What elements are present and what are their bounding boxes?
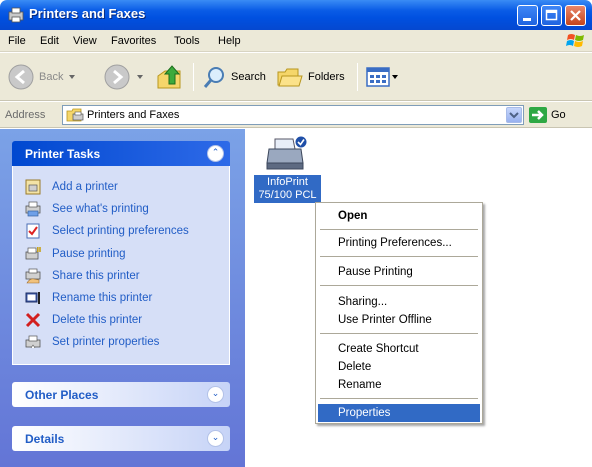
- task-share-printer[interactable]: Share this printer: [13, 265, 229, 287]
- menu-pause-printing[interactable]: Pause Printing: [318, 263, 480, 281]
- pause-printer-icon: [25, 246, 41, 259]
- menu-sharing[interactable]: Sharing...: [318, 293, 480, 311]
- menu-file[interactable]: File: [8, 35, 26, 47]
- menu-rename[interactable]: Rename: [318, 376, 480, 394]
- context-menu: Open Printing Preferences... Pause Print…: [315, 202, 483, 424]
- address-label: Address: [5, 109, 46, 121]
- other-places-header[interactable]: Other Places ⌄: [12, 382, 230, 407]
- maximize-button[interactable]: [541, 5, 562, 26]
- title-bar[interactable]: Printers and Faxes: [0, 0, 592, 30]
- views-button[interactable]: [366, 59, 398, 95]
- search-icon: [203, 67, 224, 88]
- delete-icon: [25, 313, 41, 328]
- minimize-icon: [523, 18, 531, 21]
- preferences-icon: [26, 223, 40, 239]
- printers-folder-icon: [66, 108, 84, 122]
- close-icon: [570, 10, 581, 21]
- address-dropdown-button[interactable]: [506, 107, 522, 123]
- views-dropdown-icon[interactable]: [392, 75, 398, 79]
- task-add-printer[interactable]: Add a printer: [13, 176, 229, 198]
- task-set-printer-properties[interactable]: Set printer properties: [13, 331, 229, 353]
- go-label: Go: [551, 109, 566, 121]
- menu-separator: [320, 229, 478, 230]
- forward-arrow-icon: [104, 64, 130, 90]
- collapse-icon[interactable]: ⌃: [207, 145, 224, 162]
- menu-properties[interactable]: Properties: [318, 404, 480, 422]
- menu-view[interactable]: View: [73, 35, 97, 47]
- add-printer-icon: [25, 179, 41, 195]
- menu-printing-preferences[interactable]: Printing Preferences...: [318, 234, 480, 252]
- share-printer-icon: [25, 268, 41, 284]
- up-folder-button[interactable]: [155, 59, 185, 95]
- menu-separator: [320, 285, 478, 286]
- menu-separator: [320, 256, 478, 257]
- search-button[interactable]: Search: [201, 59, 266, 95]
- maximize-icon: [545, 9, 558, 21]
- menu-delete[interactable]: Delete: [318, 358, 480, 376]
- go-arrow-icon: [529, 107, 547, 123]
- printer-properties-icon: [25, 335, 41, 349]
- menu-use-printer-offline[interactable]: Use Printer Offline: [318, 311, 480, 329]
- details-title: Details: [25, 432, 65, 446]
- window-title: Printers and Faxes: [29, 6, 146, 21]
- up-folder-icon: [157, 65, 181, 89]
- views-icon: [366, 67, 390, 87]
- chevron-down-icon: [509, 112, 519, 119]
- address-value: Printers and Faxes: [87, 109, 180, 121]
- printer-icon[interactable]: [263, 133, 311, 173]
- print-queue-icon: [25, 201, 41, 217]
- rename-icon: [25, 291, 40, 304]
- menu-open[interactable]: Open: [318, 207, 480, 225]
- menu-bar: File Edit View Favorites Tools Help: [0, 30, 592, 52]
- back-button[interactable]: Back: [7, 59, 76, 95]
- back-arrow-icon: [8, 64, 34, 90]
- menu-separator: [320, 333, 478, 334]
- menu-help[interactable]: Help: [218, 35, 241, 47]
- folders-button[interactable]: Folders: [276, 59, 345, 95]
- address-bar: Address Printers and Faxes Go: [0, 102, 592, 128]
- menu-tools[interactable]: Tools: [174, 35, 200, 47]
- printer-tasks-title: Printer Tasks: [25, 147, 101, 161]
- expand-icon[interactable]: ⌄: [207, 386, 224, 403]
- printer-tasks-header[interactable]: Printer Tasks ⌃: [12, 141, 230, 166]
- forward-button[interactable]: [103, 59, 143, 95]
- printer-name-line2: 75/100 PCL: [258, 189, 317, 201]
- menu-create-shortcut[interactable]: Create Shortcut: [318, 340, 480, 358]
- expand-icon[interactable]: ⌄: [207, 430, 224, 447]
- folders-label: Folders: [308, 71, 345, 83]
- task-see-whats-printing[interactable]: See what's printing: [13, 198, 229, 220]
- close-button[interactable]: [565, 5, 586, 26]
- windows-logo-icon: [566, 34, 584, 47]
- printer-tasks-list: Add a printer See what's printing Select…: [12, 166, 230, 365]
- printers-folder-icon: [8, 7, 24, 23]
- back-label: Back: [39, 71, 64, 83]
- task-select-printing-preferences[interactable]: Select printing preferences: [13, 220, 229, 242]
- toolbar-separator: [357, 63, 358, 91]
- task-rename-printer[interactable]: Rename this printer: [13, 287, 229, 309]
- search-label: Search: [231, 71, 266, 83]
- minimize-button[interactable]: [517, 5, 538, 26]
- task-pane: Printer Tasks ⌃ Add a printer See what's…: [0, 129, 245, 467]
- task-pause-printing[interactable]: Pause printing: [13, 243, 229, 265]
- menu-edit[interactable]: Edit: [40, 35, 59, 47]
- address-field[interactable]: Printers and Faxes: [62, 105, 524, 125]
- printer-tasks-panel: Printer Tasks ⌃ Add a printer See what's…: [12, 141, 230, 365]
- menu-favorites[interactable]: Favorites: [111, 35, 156, 47]
- details-panel: Details ⌄: [12, 426, 230, 451]
- printer-label[interactable]: InfoPrint 75/100 PCL: [254, 175, 321, 203]
- forward-dropdown-icon[interactable]: [137, 75, 143, 79]
- printer-name-line1: InfoPrint: [267, 176, 308, 188]
- task-delete-printer[interactable]: Delete this printer: [13, 309, 229, 331]
- toolbar: Back Search Folders: [0, 53, 592, 101]
- other-places-panel: Other Places ⌄: [12, 382, 230, 407]
- details-header[interactable]: Details ⌄: [12, 426, 230, 451]
- toolbar-separator: [193, 63, 194, 91]
- back-dropdown-icon[interactable]: [69, 75, 76, 79]
- menu-separator: [320, 398, 478, 399]
- other-places-title: Other Places: [25, 388, 99, 402]
- go-button[interactable]: Go: [529, 106, 566, 124]
- folders-icon: [277, 68, 303, 87]
